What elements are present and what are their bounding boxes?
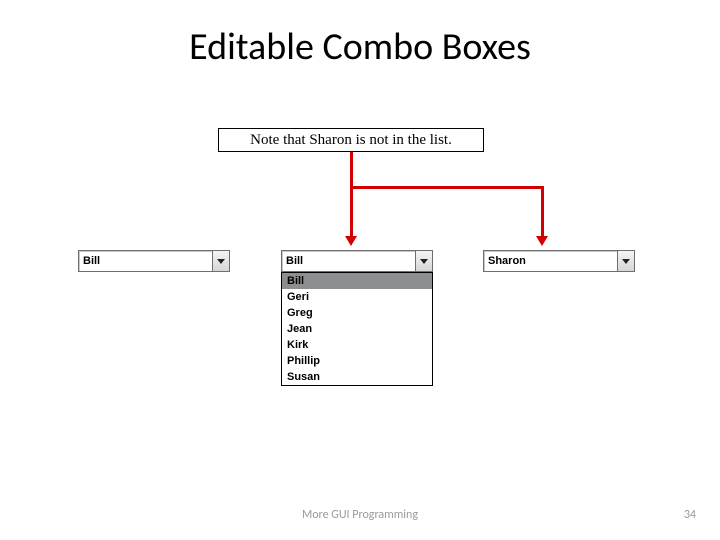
combo-dropdown-list[interactable]: Bill Geri Greg Jean Kirk Phillip Susan [281,272,433,386]
slide-title: Editable Combo Boxes [0,24,720,70]
list-item[interactable]: Kirk [282,337,432,353]
chevron-down-icon [622,259,630,264]
connector-line [350,186,544,189]
list-item[interactable]: Phillip [282,353,432,369]
chevron-down-icon [217,259,225,264]
connector-line [350,186,353,238]
chevron-down-icon [420,259,428,264]
list-item[interactable]: Jean [282,321,432,337]
combo-input[interactable]: Sharon [483,250,617,272]
list-item[interactable]: Bill [282,273,432,289]
arrowhead-icon [536,236,548,246]
combo-input[interactable]: Bill [78,250,212,272]
combo-box-left[interactable]: Bill [78,250,230,272]
list-item[interactable]: Greg [282,305,432,321]
combo-dropdown-button[interactable] [415,250,433,272]
footer-label: More GUI Programming [0,508,720,522]
arrowhead-icon [345,236,357,246]
list-item[interactable]: Geri [282,289,432,305]
combo-box-middle[interactable]: Bill [281,250,433,272]
page-number: 34 [684,508,696,522]
list-item[interactable]: Susan [282,369,432,385]
combo-dropdown-button[interactable] [212,250,230,272]
callout-note: Note that Sharon is not in the list. [218,128,484,152]
connector-line [541,186,544,238]
combo-box-right[interactable]: Sharon [483,250,635,272]
combo-dropdown-button[interactable] [617,250,635,272]
connector-line [350,152,353,188]
combo-input[interactable]: Bill [281,250,415,272]
